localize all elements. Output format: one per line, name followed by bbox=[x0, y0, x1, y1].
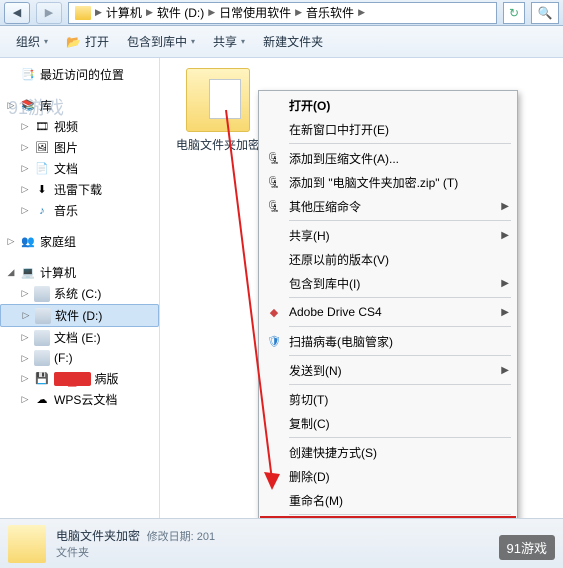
sidebar-recent[interactable]: 📑最近访问的位置 bbox=[0, 64, 159, 85]
sidebar-computer[interactable]: ◢💻计算机 bbox=[0, 262, 159, 283]
status-type: 文件夹 bbox=[56, 544, 215, 560]
organize-menu[interactable]: 组织▾ bbox=[8, 29, 56, 54]
sidebar-documents[interactable]: ▷📄文档 bbox=[0, 158, 159, 179]
watermark: 91游戏 bbox=[8, 94, 64, 120]
watermark: 91游戏 bbox=[499, 535, 555, 560]
sidebar-wps[interactable]: ▷☁WPS云文档 bbox=[0, 389, 159, 410]
ctx-include[interactable]: 包含到库中(I)▶ bbox=[261, 271, 515, 295]
sidebar-drive-c[interactable]: ▷系统 (C:) bbox=[0, 283, 159, 304]
ctx-other-compress[interactable]: 🗜其他压缩命令▶ bbox=[261, 194, 515, 218]
sidebar-pictures[interactable]: ▷🖼图片 bbox=[0, 137, 159, 158]
ctx-share[interactable]: 共享(H)▶ bbox=[261, 223, 515, 247]
share-menu[interactable]: 共享▾ bbox=[205, 29, 253, 54]
sidebar-drive-d[interactable]: ▷软件 (D:) bbox=[0, 304, 159, 327]
submenu-arrow-icon: ▶ bbox=[501, 230, 509, 241]
status-filename: 电脑文件夹加密 bbox=[56, 529, 140, 543]
ctx-shortcut[interactable]: 创建快捷方式(S) bbox=[261, 440, 515, 464]
ctx-adobe[interactable]: ◆Adobe Drive CS4▶ bbox=[261, 300, 515, 324]
ctx-sendto[interactable]: 发送到(N)▶ bbox=[261, 358, 515, 382]
nav-back-button[interactable]: ◀ bbox=[4, 2, 30, 24]
address-bar[interactable]: ▶ 计算机 ▶ 软件 (D:) ▶ 日常使用软件 ▶ 音乐软件 ▶ bbox=[68, 2, 497, 24]
ctx-rename[interactable]: 重命名(M) bbox=[261, 488, 515, 512]
ctx-open-new[interactable]: 在新窗口中打开(E) bbox=[261, 117, 515, 141]
shield-icon: 🛡 bbox=[265, 332, 283, 350]
ctx-add-archive[interactable]: 🗜添加到压缩文件(A)... bbox=[261, 146, 515, 170]
toolbar: 组织▾ 📂打开 包含到库中▾ 共享▾ 新建文件夹 bbox=[0, 26, 563, 58]
navigation-pane: 📑最近访问的位置 ▷📚库 ▷🎞视频 ▷🖼图片 ▷📄文档 ▷⬇迅雷下载 ▷♪音乐 … bbox=[0, 58, 160, 518]
sidebar-drive-e[interactable]: ▷文档 (E:) bbox=[0, 327, 159, 348]
refresh-button[interactable]: ↻ bbox=[503, 2, 525, 24]
archive-icon: 🗜 bbox=[265, 197, 283, 215]
ctx-open[interactable]: 打开(O) bbox=[261, 93, 515, 117]
search-box[interactable]: 🔍 bbox=[531, 2, 559, 24]
archive-icon: 🗜 bbox=[265, 173, 283, 191]
breadcrumb[interactable]: 音乐软件 bbox=[302, 4, 358, 21]
statusbar: 电脑文件夹加密 修改日期: 201 文件夹 bbox=[0, 518, 563, 568]
breadcrumb[interactable]: 软件 (D:) bbox=[153, 4, 208, 21]
nav-fwd-button[interactable]: ▶ bbox=[36, 2, 62, 24]
sidebar-music[interactable]: ▷♪音乐 bbox=[0, 200, 159, 221]
sidebar-removable[interactable]: ▷💾█病版 bbox=[0, 368, 159, 389]
sidebar-xunlei[interactable]: ▷⬇迅雷下载 bbox=[0, 179, 159, 200]
sidebar-homegroup[interactable]: ▷👥家庭组 bbox=[0, 231, 159, 252]
context-menu: 打开(O) 在新窗口中打开(E) 🗜添加到压缩文件(A)... 🗜添加到 "电脑… bbox=[258, 90, 518, 544]
submenu-arrow-icon: ▶ bbox=[501, 201, 509, 212]
breadcrumb[interactable]: 日常使用软件 bbox=[215, 4, 295, 21]
ctx-cut[interactable]: 剪切(T) bbox=[261, 387, 515, 411]
submenu-arrow-icon: ▶ bbox=[501, 365, 509, 376]
breadcrumb[interactable]: 计算机 bbox=[102, 4, 146, 21]
adobe-icon: ◆ bbox=[265, 303, 283, 321]
folder-icon bbox=[8, 525, 46, 563]
ctx-delete[interactable]: 删除(D) bbox=[261, 464, 515, 488]
sidebar-drive-f[interactable]: ▷(F:) bbox=[0, 348, 159, 368]
ctx-add-zip[interactable]: 🗜添加到 "电脑文件夹加密.zip" (T) bbox=[261, 170, 515, 194]
titlebar: ◀ ▶ ▶ 计算机 ▶ 软件 (D:) ▶ 日常使用软件 ▶ 音乐软件 ▶ ↻ … bbox=[0, 0, 563, 26]
ctx-copy[interactable]: 复制(C) bbox=[261, 411, 515, 435]
folder-item[interactable]: 电脑文件夹加密 bbox=[170, 68, 266, 153]
ctx-restore[interactable]: 还原以前的版本(V) bbox=[261, 247, 515, 271]
folder-icon bbox=[186, 68, 250, 132]
include-menu[interactable]: 包含到库中▾ bbox=[119, 29, 203, 54]
newfolder-button[interactable]: 新建文件夹 bbox=[255, 29, 331, 54]
status-moddate: 修改日期: 201 bbox=[147, 531, 215, 543]
folder-icon bbox=[75, 6, 91, 20]
ctx-scan[interactable]: 🛡扫描病毒(电脑管家) bbox=[261, 329, 515, 353]
submenu-arrow-icon: ▶ bbox=[501, 278, 509, 289]
archive-icon: 🗜 bbox=[265, 149, 283, 167]
submenu-arrow-icon: ▶ bbox=[501, 307, 509, 318]
folder-label: 电脑文件夹加密 bbox=[170, 136, 266, 153]
open-button[interactable]: 📂打开 bbox=[58, 29, 117, 54]
